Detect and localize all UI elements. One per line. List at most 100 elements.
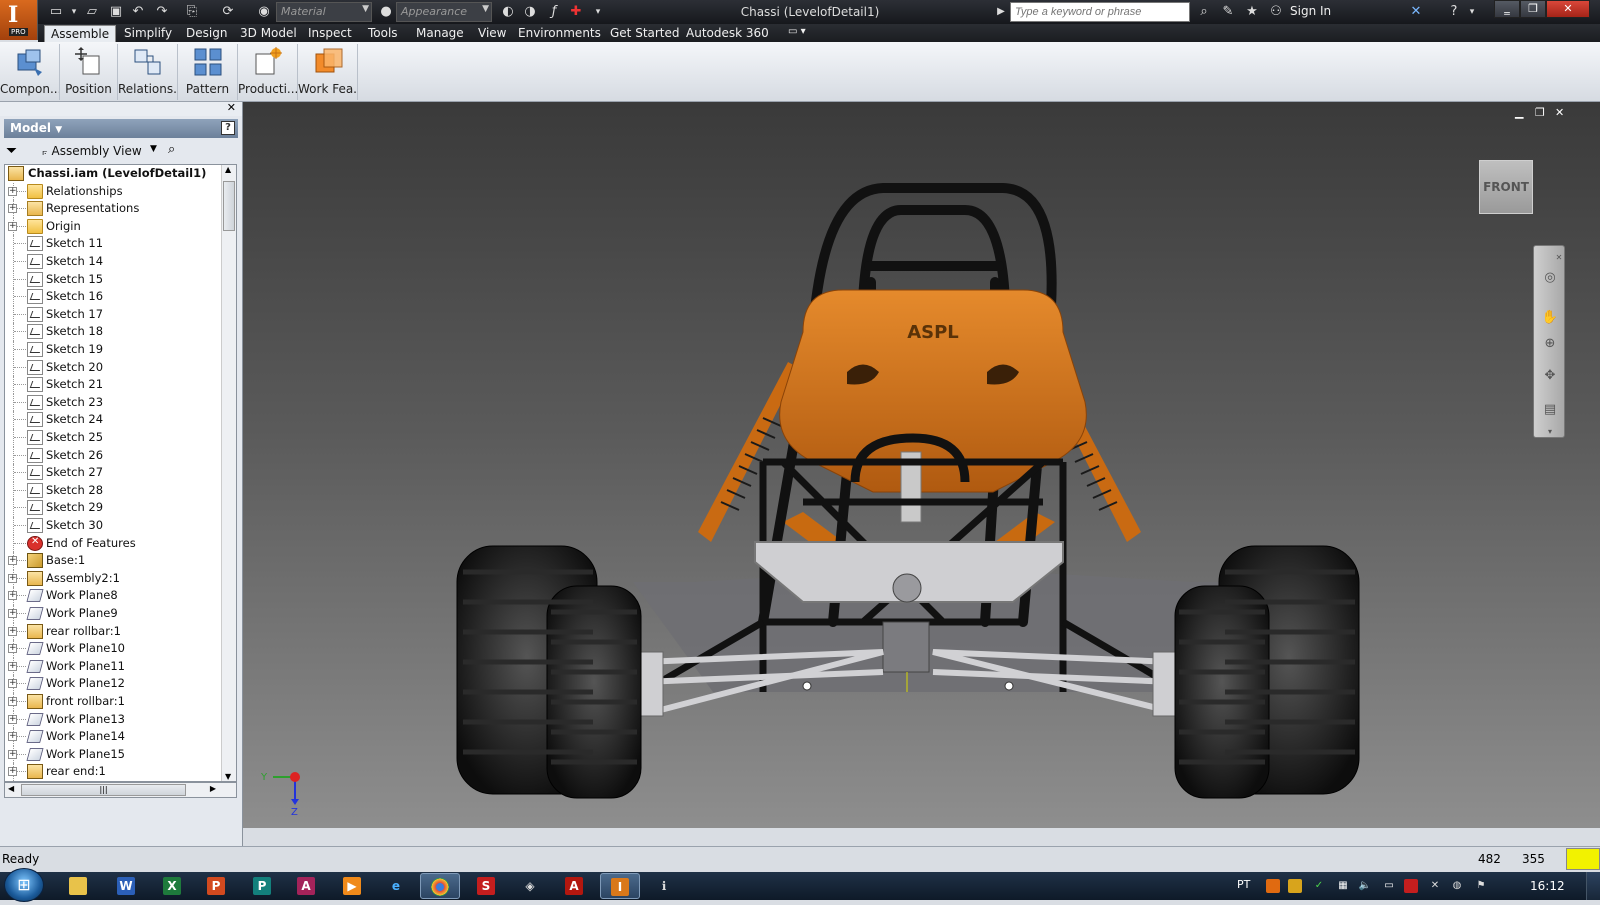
tray-language[interactable]: PT bbox=[1237, 878, 1250, 891]
orbit-icon[interactable]: ✥ bbox=[1540, 366, 1560, 386]
help-search-input[interactable] bbox=[1010, 2, 1190, 22]
tree-node[interactable]: Sketch 17 bbox=[5, 305, 227, 324]
help-dropdown-icon[interactable]: ▾ bbox=[1464, 4, 1480, 20]
tab-autodesk-360[interactable]: Autodesk 360 bbox=[680, 25, 775, 42]
relationships-button[interactable]: Relations... bbox=[118, 44, 178, 100]
component-button[interactable]: Compon... bbox=[0, 44, 60, 100]
tree-node[interactable]: Sketch 19 bbox=[5, 341, 227, 359]
scrollbar-thumb[interactable]: ||| bbox=[21, 784, 186, 796]
tree-node[interactable]: + Work Plane12 bbox=[5, 675, 227, 693]
tree-node[interactable]: + Assembly2:1 bbox=[5, 569, 227, 588]
taskbar-chrome[interactable] bbox=[420, 873, 460, 899]
tree-node[interactable]: + front rollbar:1 bbox=[5, 693, 227, 711]
tree-node[interactable]: End of Features bbox=[5, 534, 227, 553]
tree-node[interactable]: + Work Plane8 bbox=[5, 587, 227, 605]
expand-toggle-icon[interactable]: + bbox=[8, 714, 17, 724]
expand-toggle-icon[interactable]: + bbox=[8, 644, 17, 654]
favorites-star-icon[interactable]: ★ bbox=[1244, 4, 1260, 20]
tray-app-icon[interactable] bbox=[1266, 879, 1280, 893]
wrench-icon[interactable]: ✎ bbox=[1220, 4, 1236, 20]
close-icon[interactable]: ✕ bbox=[227, 101, 236, 114]
tree-node[interactable]: + Base:1 bbox=[5, 552, 227, 570]
tray-solidworks-icon[interactable] bbox=[1404, 879, 1418, 893]
filter-icon[interactable]: ⏷ bbox=[6, 143, 17, 159]
scroll-down-icon[interactable]: ▼ bbox=[225, 772, 231, 781]
taskbar-internet-explorer[interactable]: e bbox=[376, 873, 416, 899]
tree-node[interactable]: Sketch 20 bbox=[5, 358, 227, 377]
tray-globe-icon[interactable]: ◍ bbox=[1450, 879, 1464, 893]
taskbar-powerpoint[interactable]: P bbox=[196, 873, 236, 899]
tray-display-icon[interactable]: ▭ bbox=[1382, 879, 1396, 893]
tree-node[interactable]: Sketch 21 bbox=[5, 376, 227, 394]
tab-assemble[interactable]: Assemble bbox=[44, 25, 117, 42]
taskbar-explorer[interactable] bbox=[58, 873, 98, 899]
tree-node[interactable]: + Work Plane14 bbox=[5, 728, 227, 746]
tab-3d-model[interactable]: 3D Model bbox=[234, 25, 303, 42]
start-button[interactable]: ⊞ bbox=[4, 868, 44, 902]
tray-volume-icon[interactable]: 🔈 bbox=[1358, 879, 1372, 893]
tree-node[interactable]: + Work Plane10 bbox=[5, 640, 227, 658]
tree-node[interactable]: + Representations bbox=[5, 200, 227, 218]
tab-manage[interactable]: Manage bbox=[410, 25, 470, 42]
chevron-down-icon[interactable]: ▼ bbox=[150, 144, 157, 154]
tree-node[interactable]: + Origin bbox=[5, 217, 227, 236]
tray-close-icon[interactable]: ✕ bbox=[1428, 879, 1442, 893]
tab-inspect[interactable]: Inspect bbox=[302, 25, 358, 42]
taskbar-layers-app[interactable]: ◈ bbox=[510, 873, 550, 899]
tree-node[interactable]: + Work Plane11 bbox=[5, 657, 227, 676]
tree-node[interactable]: Sketch 15 bbox=[5, 270, 227, 289]
update-icon[interactable]: ⟳ bbox=[220, 4, 236, 20]
tree-node[interactable]: Sketch 18 bbox=[5, 323, 227, 341]
tree-node[interactable]: Sketch 29 bbox=[5, 499, 227, 517]
taskbar-publisher[interactable]: P bbox=[242, 873, 282, 899]
scrollbar-thumb[interactable] bbox=[223, 181, 235, 231]
color-settings-icon[interactable]: ◉ bbox=[256, 4, 272, 20]
undo-icon[interactable]: ↶ bbox=[130, 4, 146, 20]
dropdown-arrow-icon[interactable]: ▾ bbox=[66, 4, 82, 20]
taskbar-info-app[interactable]: ℹ bbox=[644, 873, 684, 899]
tree-node[interactable]: + Relationships bbox=[5, 182, 227, 201]
find-binoculars-icon[interactable]: ⌕ bbox=[168, 142, 175, 157]
close-button[interactable]: ✕ bbox=[1546, 0, 1590, 18]
zoom-icon[interactable]: ⊕ bbox=[1540, 334, 1560, 354]
search-expand-icon[interactable]: ▶ bbox=[993, 4, 1009, 20]
assembly-view-dropdown[interactable]: ⟔ Assembly View bbox=[42, 144, 142, 159]
taskbar-inventor[interactable]: I bbox=[600, 873, 640, 899]
expand-toggle-icon[interactable]: + bbox=[8, 749, 17, 759]
tree-node[interactable]: + Work Plane13 bbox=[5, 710, 227, 729]
return-icon[interactable]: ⎘ bbox=[184, 4, 200, 20]
save-icon[interactable]: ▣ bbox=[108, 4, 124, 20]
expand-toggle-icon[interactable]: + bbox=[8, 767, 17, 777]
taskbar-word[interactable]: W bbox=[106, 873, 146, 899]
customize-nav-icon[interactable]: ▾ bbox=[1540, 422, 1560, 442]
graphics-viewport[interactable]: ▁ ❐ ✕ ASPL FRONT ✕ ◎ ✋ ⊕ ✥ ▤ ▾ Y Z bbox=[243, 102, 1600, 828]
ribbon-display-toggle-icon[interactable]: ▭ ▾ bbox=[782, 25, 812, 42]
steering-wheel-icon[interactable]: ◎ bbox=[1540, 268, 1560, 288]
tab-get-started[interactable]: Get Started bbox=[604, 25, 686, 42]
pattern-button[interactable]: Pattern bbox=[178, 44, 238, 100]
tree-node[interactable]: −Chassi.iam (LevelofDetail1) bbox=[5, 165, 227, 183]
tray-check-icon[interactable]: ✓ bbox=[1312, 879, 1326, 893]
position-button[interactable]: Position bbox=[60, 44, 118, 100]
expand-toggle-icon[interactable]: + bbox=[8, 591, 17, 601]
horizontal-scrollbar[interactable]: ◀ ||| ▶ bbox=[4, 782, 237, 798]
tree-node[interactable]: Sketch 11 bbox=[5, 235, 227, 253]
help-icon[interactable]: ? bbox=[1446, 4, 1462, 20]
expand-toggle-icon[interactable]: + bbox=[8, 679, 17, 689]
expand-toggle-icon[interactable]: + bbox=[8, 221, 17, 231]
show-desktop-button[interactable] bbox=[1586, 872, 1600, 900]
tray-network-icon[interactable]: ▦ bbox=[1336, 879, 1350, 893]
tree-node[interactable]: Sketch 23 bbox=[5, 393, 227, 412]
sign-in-link[interactable]: Sign In bbox=[1290, 4, 1331, 18]
parameters-fx-icon[interactable]: ƒ bbox=[546, 4, 562, 20]
productivity-button[interactable]: Producti... bbox=[238, 44, 298, 100]
redo-icon[interactable]: ↷ bbox=[154, 4, 170, 20]
exchange-x-icon[interactable]: ✕ bbox=[1408, 4, 1424, 20]
expand-toggle-icon[interactable]: + bbox=[8, 661, 17, 671]
tray-shield-icon[interactable] bbox=[1288, 879, 1302, 893]
tray-flag-icon[interactable]: ⚑ bbox=[1474, 879, 1488, 893]
tab-view[interactable]: View bbox=[472, 25, 512, 42]
customize-qat-icon[interactable]: ▾ bbox=[590, 4, 606, 20]
close-icon[interactable]: ✕ bbox=[1554, 248, 1564, 268]
minimize-button[interactable]: ‗ bbox=[1494, 0, 1520, 18]
